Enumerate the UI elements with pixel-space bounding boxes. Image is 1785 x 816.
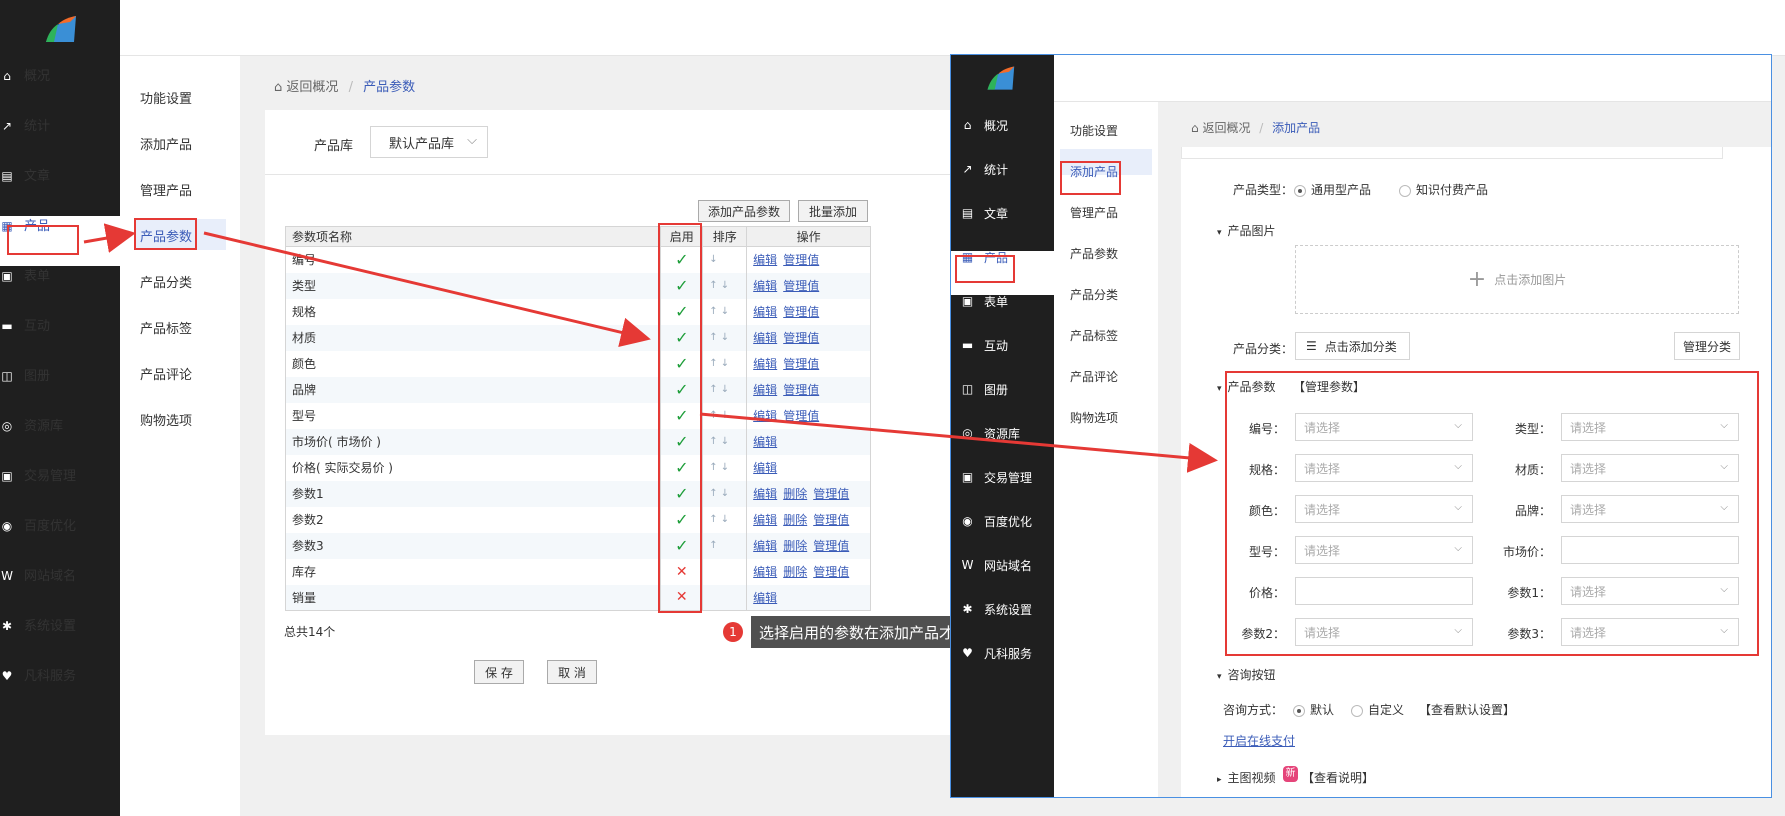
arrow-sub-to-enabled xyxy=(203,231,651,348)
arrow-nav-to-sub xyxy=(83,223,136,253)
annotation-arrows xyxy=(83,223,1218,473)
arrow-enabled-to-form xyxy=(699,412,1218,473)
